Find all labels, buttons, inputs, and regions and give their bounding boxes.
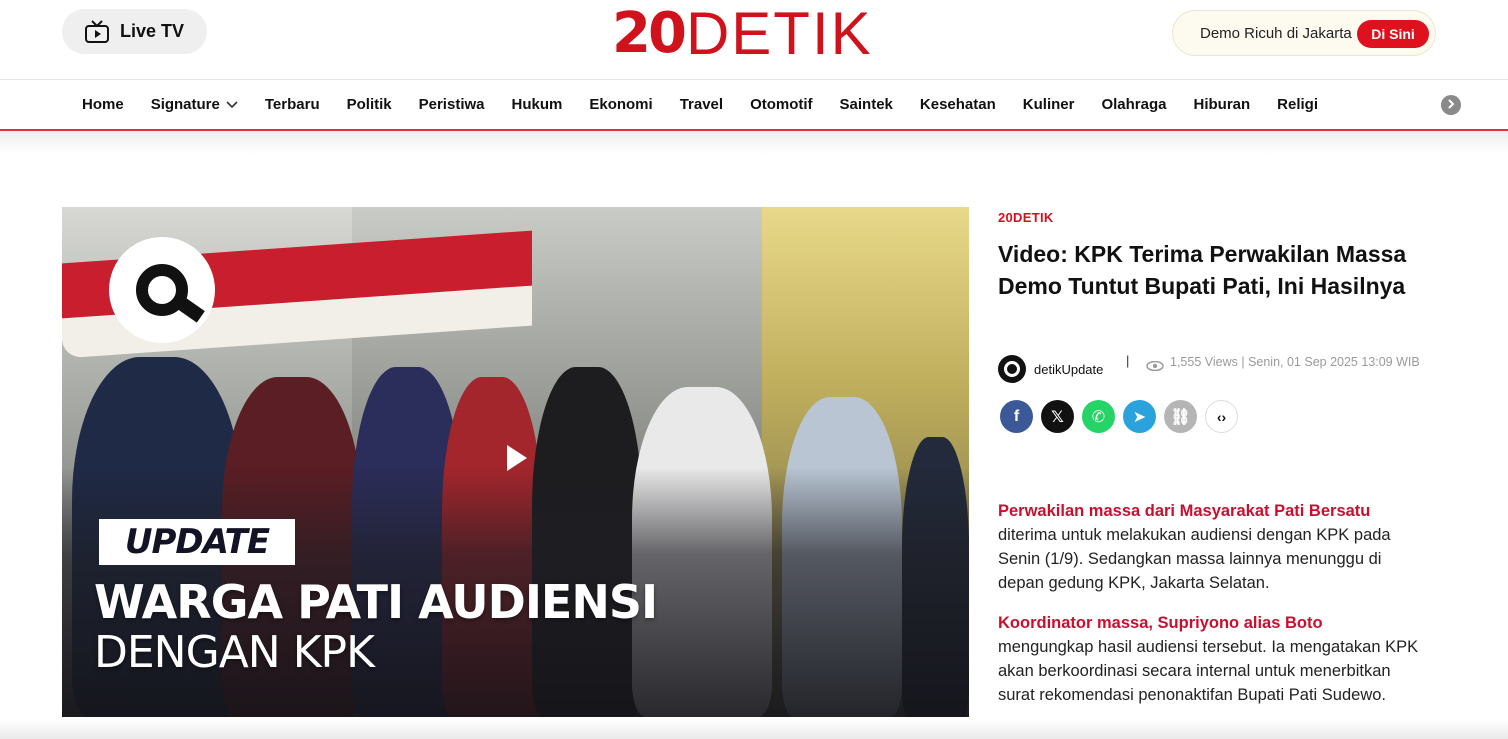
chevron-down-icon (226, 96, 238, 113)
nav-item-label: Terbaru (264, 96, 320, 113)
author-name[interactable]: detikUpdate (1034, 362, 1103, 377)
nav-shadow (0, 131, 1508, 155)
nav-scroll-right-button[interactable] (1441, 95, 1461, 115)
nav-item-label: Ekonomi (589, 96, 653, 113)
paragraph-lead: Perwakilan massa dari Masyarakat Pati Be… (998, 502, 1371, 520)
video-update-badge: UPDATE (99, 519, 295, 565)
site-header: Live TV 20 DETIK Demo Ricuh di Jakarta D… (0, 0, 1508, 80)
paragraph-text: mengungkap hasil audiensi tersebut. Ia m… (998, 638, 1419, 704)
nav-item-home[interactable]: Home (82, 96, 124, 113)
nav-item-politik[interactable]: Politik (347, 96, 392, 113)
share-embed-button[interactable]: ‹› (1205, 400, 1238, 433)
nav-item-label: Politik (346, 96, 392, 113)
article-paragraph: Koordinator massa, Supriyono alias Boto m… (998, 611, 1428, 707)
nav-item-hukum[interactable]: Hukum (512, 96, 563, 113)
facebook-icon: f (1013, 407, 1020, 425)
nav-item-label: Kuliner (1022, 96, 1075, 113)
nav-item-kesehatan[interactable]: Kesehatan (920, 96, 996, 113)
chevron-right-icon (1446, 96, 1456, 114)
nav-item-label: Religi (1277, 96, 1319, 113)
tv-icon (84, 19, 110, 45)
share-facebook-button[interactable]: f (1000, 400, 1033, 433)
share-copy-link-button[interactable]: ⛓ (1164, 400, 1197, 433)
video-channel-logo (109, 237, 215, 343)
whatsapp-icon: ✆ (1091, 408, 1106, 426)
nav-item-label: Hukum (511, 96, 563, 113)
nav-item-peristiwa[interactable]: Peristiwa (419, 96, 485, 113)
live-tv-label: Live TV (120, 21, 185, 41)
nav-item-religi[interactable]: Religi (1277, 96, 1318, 113)
article-channel[interactable]: 20DETIK (998, 210, 1438, 225)
x-icon: 𝕏 (1051, 408, 1064, 426)
share-buttons: f 𝕏 ✆ ➤ ⛓ ‹› (1000, 400, 1238, 433)
play-icon[interactable] (507, 445, 527, 471)
promo-button[interactable]: Di Sini (1357, 20, 1429, 48)
nav-item-travel[interactable]: Travel (680, 96, 723, 113)
share-whatsapp-button[interactable]: ✆ (1082, 400, 1115, 433)
paragraph-lead: Koordinator massa, Supriyono alias Boto (998, 614, 1323, 632)
eye-icon (1146, 358, 1164, 371)
nav-item-label: Signature (150, 96, 220, 113)
nav-item-label: Peristiwa (418, 96, 485, 113)
nav-item-saintek[interactable]: Saintek (840, 96, 893, 113)
nav-items: Home Signature Terbaru Politik Peristiwa Huku… (82, 80, 1345, 129)
logo-word: DETIK (685, 0, 873, 67)
promo-text: Demo Ricuh di Jakarta (1200, 24, 1352, 42)
promo-banner[interactable]: Demo Ricuh di Jakarta Di Sini (1172, 10, 1436, 56)
nav-item-ekonomi[interactable]: Ekonomi (589, 96, 652, 113)
author-avatar[interactable] (998, 355, 1026, 383)
logo-number: 20 (612, 1, 687, 66)
nav-item-label: Kesehatan (919, 96, 996, 113)
views-date-text: 1,555 Views | Senin, 01 Sep 2025 13:09 W… (1170, 355, 1420, 369)
nav-item-terbaru[interactable]: Terbaru (265, 96, 320, 113)
nav-item-signature[interactable]: Signature (151, 96, 238, 113)
article-meta: detikUpdate | 1,555 Views | Senin, 01 Se… (998, 353, 1438, 393)
embed-icon: ‹› (1216, 408, 1227, 425)
bottom-fade (0, 719, 1508, 739)
telegram-icon: ➤ (1132, 408, 1147, 426)
share-x-button[interactable]: 𝕏 (1041, 400, 1074, 433)
share-telegram-button[interactable]: ➤ (1123, 400, 1156, 433)
site-logo[interactable]: 20 DETIK (612, 4, 873, 64)
nav-item-label: Saintek (839, 96, 893, 113)
main-nav: Home Signature Terbaru Politik Peristiwa Huku… (0, 80, 1508, 131)
video-headline-line2: DENGAN KPK (94, 627, 375, 678)
nav-item-olahraga[interactable]: Olahraga (1101, 96, 1166, 113)
nav-item-label: Olahraga (1101, 96, 1167, 113)
video-headline-line1: WARGA PATI AUDIENSI (94, 575, 658, 629)
article-views-date: 1,555 Views | Senin, 01 Sep 2025 13:09 W… (1146, 353, 1436, 371)
paragraph-text: diterima untuk melakukan audiensi dengan… (998, 526, 1391, 592)
nav-item-kuliner[interactable]: Kuliner (1023, 96, 1075, 113)
nav-item-label: Home (82, 96, 124, 113)
article-paragraph: Perwakilan massa dari Masyarakat Pati Be… (998, 499, 1428, 595)
article-body: Perwakilan massa dari Masyarakat Pati Be… (998, 499, 1428, 723)
nav-item-label: Travel (679, 96, 724, 113)
video-player[interactable]: UPDATE WARGA PATI AUDIENSI DENGAN KPK (62, 207, 969, 717)
nav-item-otomotif[interactable]: Otomotif (750, 96, 812, 113)
video-update-text: UPDATE (124, 522, 270, 562)
meta-separator: | (1126, 353, 1130, 368)
nav-item-label: Hiburan (1193, 96, 1251, 113)
article-panel: 20DETIK Video: KPK Terima Perwakilan Mas… (998, 207, 1438, 704)
copy-link-icon: ⛓ (1170, 408, 1191, 426)
nav-item-label: Otomotif (750, 96, 813, 113)
article-title: Video: KPK Terima Perwakilan Massa Demo … (998, 241, 1407, 299)
live-tv-button[interactable]: Live TV (62, 9, 207, 54)
nav-item-hiburan[interactable]: Hiburan (1194, 96, 1251, 113)
